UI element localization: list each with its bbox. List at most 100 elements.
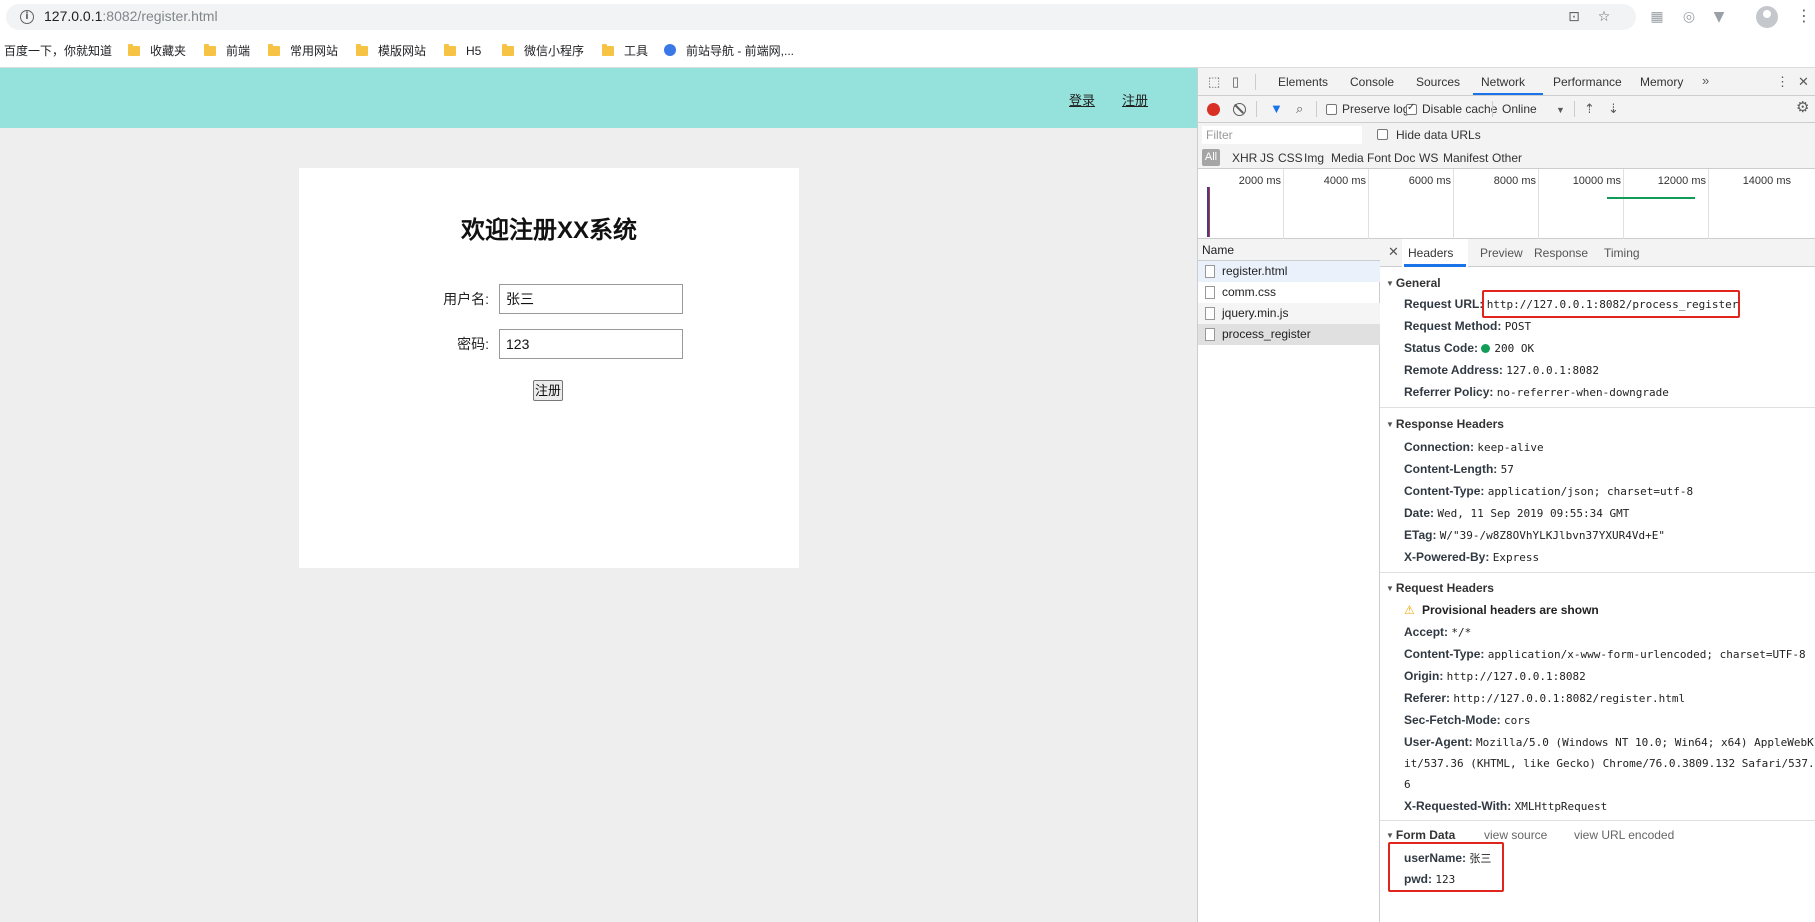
type-filter-xhr[interactable]: XHR bbox=[1232, 151, 1257, 165]
close-devtools-icon[interactable]: ✕ bbox=[1798, 75, 1809, 89]
more-tabs-icon[interactable]: » bbox=[1702, 74, 1709, 88]
bookmark-item[interactable]: 前端 bbox=[204, 43, 250, 59]
devtools-menu-icon[interactable]: ⋮ bbox=[1776, 75, 1789, 89]
bookmark-item[interactable]: 前站导航 - 前端网,... bbox=[664, 43, 794, 59]
dropdown-arrow-icon[interactable]: ▼ bbox=[1556, 103, 1565, 117]
warning-icon: ⚠ bbox=[1404, 603, 1415, 617]
type-filter-js[interactable]: JS bbox=[1260, 151, 1274, 165]
bookmark-item[interactable]: 百度一下，你就知道 bbox=[4, 43, 112, 59]
tab-console[interactable]: Console bbox=[1350, 75, 1394, 89]
bookmark-item[interactable]: 模版网站 bbox=[356, 43, 426, 59]
bookmark-item[interactable]: 工具 bbox=[602, 43, 648, 59]
folder-icon bbox=[356, 44, 368, 56]
extension-icon[interactable]: ▼ bbox=[1710, 8, 1728, 26]
url-text[interactable]: 127.0.0.1:8082/register.html bbox=[44, 8, 218, 24]
detail-tabbar: ✕ Headers Preview Response Timing bbox=[1380, 239, 1815, 267]
info-icon[interactable]: i bbox=[20, 10, 34, 24]
tab-elements[interactable]: Elements bbox=[1278, 75, 1328, 89]
clear-icon[interactable] bbox=[1233, 103, 1246, 116]
request-headers-section-header[interactable]: ▼ Request Headers bbox=[1386, 581, 1494, 595]
name-column-header[interactable]: Name bbox=[1198, 239, 1380, 261]
header-row: Status Code: 200 OK bbox=[1404, 341, 1535, 355]
request-row[interactable]: process_register bbox=[1198, 324, 1380, 345]
throttle-select[interactable]: Online bbox=[1502, 102, 1537, 116]
password-input[interactable]: 123 bbox=[499, 329, 683, 359]
device-toolbar-icon[interactable]: ▯ bbox=[1232, 75, 1239, 89]
request-row[interactable]: jquery.min.js bbox=[1198, 303, 1380, 324]
divider bbox=[1380, 572, 1815, 573]
gridline bbox=[1623, 169, 1624, 239]
tick-label: 2000 ms bbox=[1238, 175, 1281, 187]
bookmark-item[interactable]: 微信小程序 bbox=[502, 43, 584, 59]
page-header: 登录 注册 bbox=[0, 68, 1197, 128]
export-har-icon[interactable]: ⇣ bbox=[1608, 102, 1619, 116]
type-filter-other[interactable]: Other bbox=[1492, 151, 1522, 165]
record-icon[interactable] bbox=[1207, 103, 1220, 116]
response-headers-section-header[interactable]: ▼ Response Headers bbox=[1386, 417, 1504, 431]
extension-icon[interactable]: ▦ bbox=[1648, 8, 1666, 26]
menu-dots-icon[interactable]: ⋮ bbox=[1796, 8, 1812, 24]
type-filter-media[interactable]: Media bbox=[1331, 151, 1364, 165]
tab-response[interactable]: Response bbox=[1534, 246, 1588, 260]
tab-network[interactable]: Network bbox=[1481, 75, 1525, 89]
header-row: Referer: http://127.0.0.1:8082/register.… bbox=[1404, 691, 1686, 705]
type-filter-img[interactable]: Img bbox=[1304, 151, 1324, 165]
extension-icon[interactable]: ◎ bbox=[1680, 8, 1698, 26]
type-filter-doc[interactable]: Doc bbox=[1394, 151, 1415, 165]
folder-icon bbox=[444, 44, 456, 56]
bookmark-star-icon[interactable]: ☆ bbox=[1596, 9, 1612, 25]
request-row[interactable]: comm.css bbox=[1198, 282, 1380, 303]
expand-triangle-icon: ▼ bbox=[1386, 279, 1394, 288]
tab-timing[interactable]: Timing bbox=[1604, 246, 1640, 260]
form-data-section-header[interactable]: ▼ Form Data bbox=[1386, 828, 1455, 842]
bookmark-item[interactable]: 收藏夹 bbox=[128, 43, 186, 59]
login-link[interactable]: 登录 bbox=[1069, 90, 1095, 109]
inspect-element-icon[interactable]: ⬚ bbox=[1208, 75, 1220, 89]
type-filter-manifest[interactable]: Manifest bbox=[1443, 151, 1488, 165]
tab-sources[interactable]: Sources bbox=[1416, 75, 1460, 89]
translate-icon[interactable]: ⊡ bbox=[1566, 9, 1582, 25]
request-row[interactable]: register.html bbox=[1198, 261, 1380, 282]
filter-input[interactable]: Filter bbox=[1202, 126, 1362, 144]
preserve-log-checkbox[interactable] bbox=[1326, 104, 1337, 115]
profile-avatar-icon[interactable] bbox=[1756, 6, 1778, 28]
type-filter-css[interactable]: CSS bbox=[1278, 151, 1303, 165]
register-card: 欢迎注册XX系统 用户名: 张三 密码: 123 注册 bbox=[299, 168, 799, 568]
header-row: X-Requested-With: XMLHttpRequest bbox=[1404, 799, 1608, 813]
import-har-icon[interactable]: ⇡ bbox=[1584, 102, 1595, 116]
tab-memory[interactable]: Memory bbox=[1640, 75, 1683, 89]
web-page: 登录 注册 欢迎注册XX系统 用户名: 张三 密码: 123 注册 bbox=[0, 68, 1197, 922]
general-section-header[interactable]: ▼ General bbox=[1386, 276, 1441, 290]
disable-cache-checkbox[interactable] bbox=[1406, 102, 1417, 115]
expand-triangle-icon: ▼ bbox=[1386, 420, 1394, 429]
tab-headers[interactable]: Headers bbox=[1408, 246, 1453, 260]
separator bbox=[1574, 101, 1575, 117]
header-row: User-Agent: Mozilla/5.0 (Windows NT 10.0… bbox=[1404, 735, 1814, 749]
search-icon[interactable]: ⌕ bbox=[1296, 102, 1303, 116]
tick-label: 14000 ms bbox=[1742, 175, 1791, 187]
folder-icon bbox=[502, 44, 514, 56]
close-detail-icon[interactable]: ✕ bbox=[1388, 244, 1399, 260]
divider bbox=[1380, 407, 1815, 408]
header-row: X-Powered-By: Express bbox=[1404, 550, 1540, 564]
password-label: 密码: bbox=[457, 336, 489, 352]
type-filter-all[interactable]: All bbox=[1202, 149, 1220, 166]
hide-data-urls-checkbox[interactable] bbox=[1377, 129, 1388, 140]
omnibox[interactable]: i 127.0.0.1:8082/register.html ⊡ ☆ bbox=[6, 4, 1636, 30]
register-button[interactable]: 注册 bbox=[533, 380, 563, 401]
register-link[interactable]: 注册 bbox=[1122, 90, 1148, 109]
filter-row: Filter Hide data URLs bbox=[1198, 123, 1815, 147]
tab-performance[interactable]: Performance bbox=[1553, 75, 1622, 89]
preserve-log-label: Preserve log bbox=[1342, 102, 1410, 116]
header-row: Origin: http://127.0.0.1:8082 bbox=[1404, 669, 1586, 683]
filter-icon[interactable]: ▼ bbox=[1270, 102, 1283, 116]
settings-gear-icon[interactable]: ⚙ bbox=[1796, 100, 1809, 115]
username-input[interactable]: 张三 bbox=[499, 284, 683, 314]
bookmark-item[interactable]: H5 bbox=[444, 43, 481, 59]
type-filter-ws[interactable]: WS bbox=[1419, 151, 1438, 165]
view-url-encoded-link[interactable]: view URL encoded bbox=[1574, 828, 1674, 842]
bookmark-item[interactable]: 常用网站 bbox=[268, 43, 338, 59]
tab-preview[interactable]: Preview bbox=[1480, 246, 1523, 260]
view-source-link[interactable]: view source bbox=[1484, 828, 1547, 842]
type-filter-font[interactable]: Font bbox=[1367, 151, 1391, 165]
